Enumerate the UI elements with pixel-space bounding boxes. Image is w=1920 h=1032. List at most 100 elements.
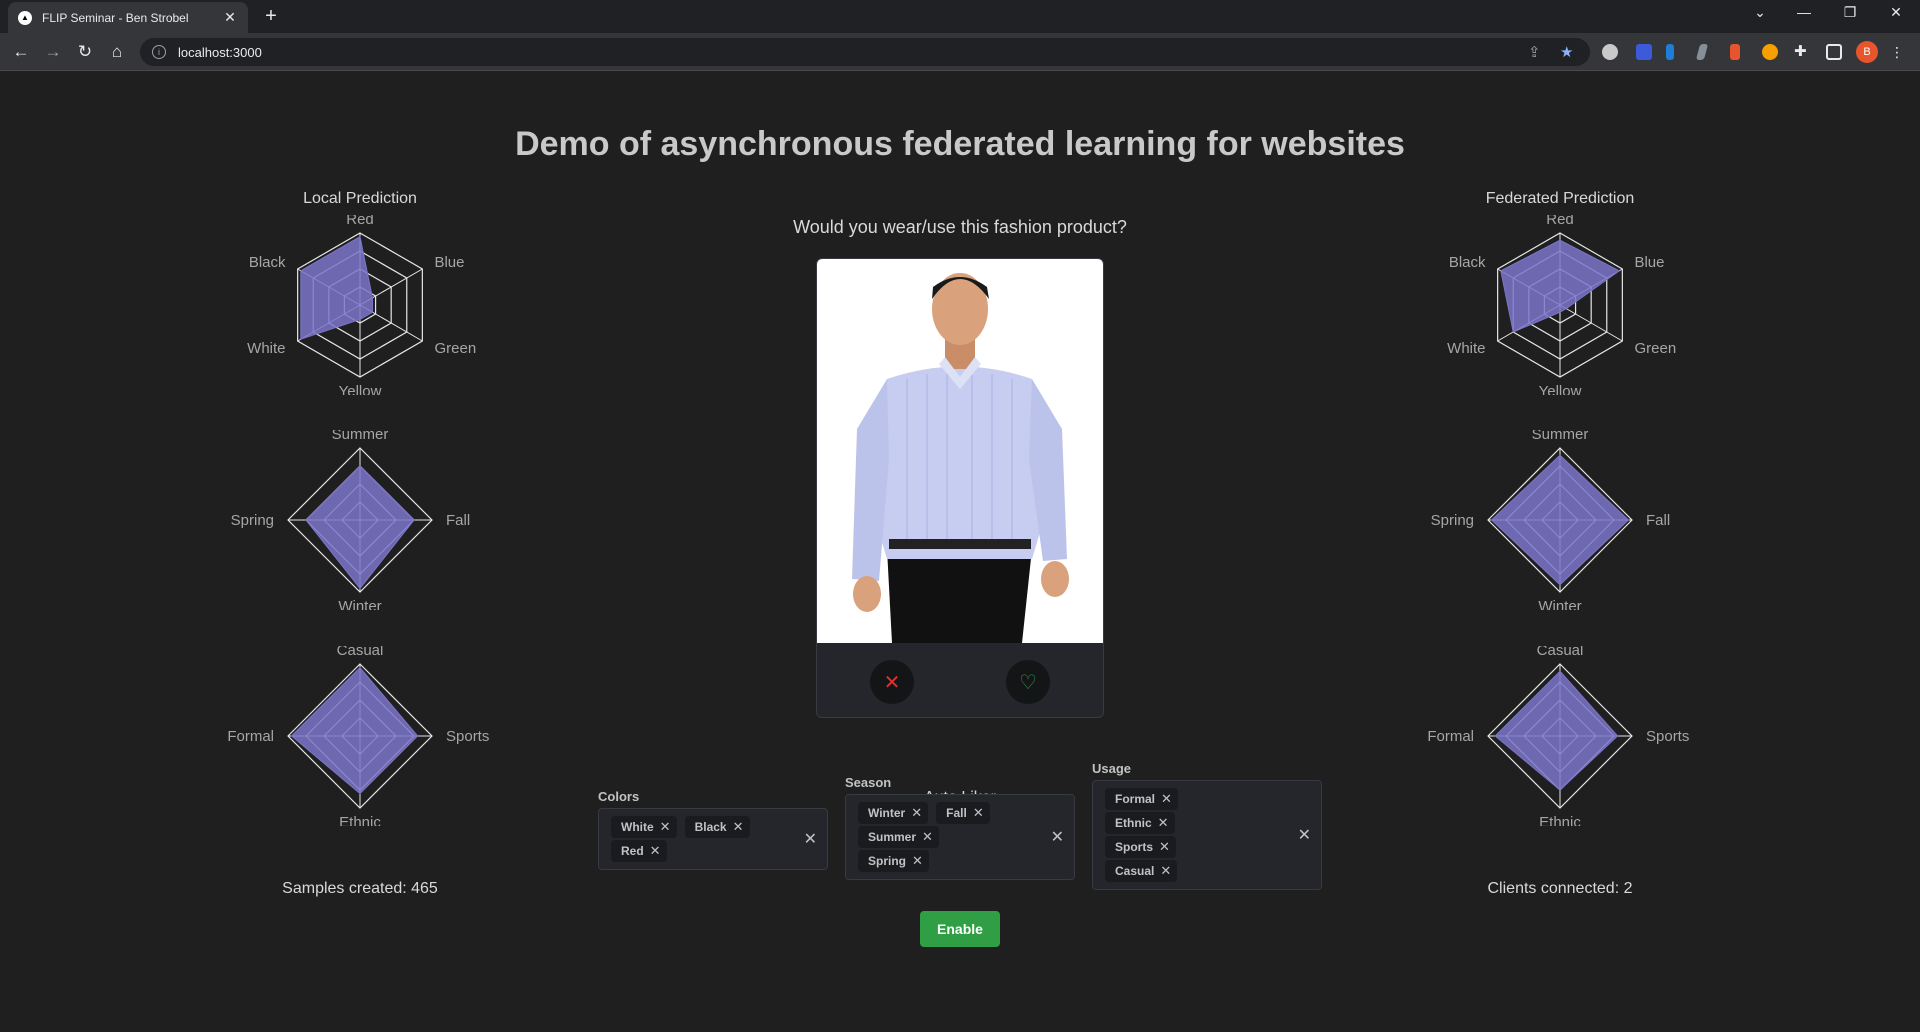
chip-label: Summer [868,830,917,844]
chip-remove-icon[interactable]: ✕ [912,853,923,869]
extensions-puzzle-icon[interactable]: ✚ [1794,44,1810,60]
clients-connected-text: Clients connected: 2 [1487,880,1633,897]
chip-row: Summer ✕ [858,826,1038,848]
radar-axis-label: Ethnic [339,814,381,826]
chip-sports: Sports ✕ [1105,836,1176,858]
chip-formal: Formal ✕ [1105,788,1178,810]
home-button[interactable]: ⌂ [106,41,128,63]
reload-button[interactable]: ↻ [74,41,96,63]
minimize-button[interactable]: — [1784,4,1824,20]
radar-axis-label: Winter [1538,598,1581,610]
extension-icon-1[interactable] [1602,44,1618,60]
chip-remove-icon[interactable]: ✕ [1159,839,1170,855]
page-title: Demo of asynchronous federated learning … [515,125,1405,163]
chip-white: White ✕ [611,816,677,838]
bookmark-star-icon[interactable]: ★ [1560,38,1573,66]
colors-label: Colors [598,789,640,804]
address-bar[interactable]: i localhost:3000 ⇪ ★ [140,38,1590,66]
chip-black: Black ✕ [684,816,750,838]
chip-remove-icon[interactable]: ✕ [650,843,661,859]
chip-row: Winter ✕ Fall ✕ [858,802,1038,824]
chip-ethnic: Ethnic ✕ [1105,812,1175,834]
extension-icon-2[interactable] [1636,44,1652,60]
chip-fall: Fall ✕ [936,802,990,824]
site-info-icon[interactable]: i [152,45,166,59]
radar-axis-label: Red [346,215,374,228]
new-tab-button[interactable]: + [260,6,282,28]
back-button[interactable]: ← [10,41,32,63]
chip-label: Casual [1115,864,1155,878]
extension-icon-5[interactable] [1730,44,1740,60]
like-button[interactable]: ♡ [1006,660,1050,704]
chip-label: Spring [868,854,906,868]
chip-row: Formal ✕ [1105,788,1285,810]
dislike-button[interactable]: ✕ [870,660,914,704]
chip-row: Spring ✕ [858,850,1038,872]
usage-multiselect[interactable]: Formal ✕ Ethnic ✕ Sports ✕ Casual ✕ ✕ [1092,780,1322,890]
radar-area [1494,670,1619,791]
close-window-button[interactable]: ✕ [1876,4,1916,21]
federated-prediction-title: Federated Prediction [1485,190,1635,207]
favicon-icon: ▲ [18,10,32,25]
radar-axis-label: Yellow [339,383,382,395]
colors-multiselect[interactable]: White ✕ Black ✕ Red ✕ ✕ [598,808,828,870]
radar-axis-label: Formal [227,728,274,745]
product-image [817,259,1103,643]
chip-remove-icon[interactable]: ✕ [1158,815,1169,831]
chip-remove-icon[interactable]: ✕ [660,819,671,835]
radar-axis-label: Green [1634,340,1676,357]
radar-axis-label: Summer [332,430,389,443]
radar-axis-label: Spring [231,512,274,529]
season-multiselect[interactable]: Winter ✕ Fall ✕ Summer ✕ Spring ✕ ✕ [845,794,1075,880]
side-panel-icon[interactable] [1826,44,1842,60]
chip-remove-icon[interactable]: ✕ [973,805,984,821]
chip-summer: Summer ✕ [858,826,939,848]
profile-avatar[interactable]: B [1856,41,1878,63]
forward-button[interactable]: → [42,41,64,63]
clear-icon[interactable]: ✕ [1298,825,1311,845]
federated-season-radar: Summer Fall Winter Spring [1431,430,1671,610]
extension-icon-3[interactable] [1666,44,1674,60]
chip-row: Sports ✕ [1105,836,1285,858]
tab-title: FLIP Seminar - Ben Strobel [42,10,189,25]
radar-area [1490,454,1630,586]
chip-spring: Spring ✕ [858,850,929,872]
extension-icon-4[interactable] [1695,44,1709,60]
radar-area [290,666,419,795]
chip-label: Formal [1115,792,1156,806]
browser-tab-bar: ▲ FLIP Seminar - Ben Strobel ✕ + ⌄ — ❐ ✕ [0,0,1920,33]
restore-button[interactable]: ❐ [1830,4,1870,21]
tab-close-icon[interactable]: ✕ [222,9,238,26]
chip-remove-icon[interactable]: ✕ [1160,863,1171,879]
chip-casual: Casual ✕ [1105,860,1178,882]
url-text: localhost:3000 [178,44,262,60]
radar-axis-label: Casual [1537,646,1584,659]
menu-kebab-icon[interactable]: ⋮ [1890,44,1904,60]
chip-label: Ethnic [1115,816,1152,830]
share-icon[interactable]: ⇪ [1528,38,1541,66]
radar-area [305,465,415,590]
radar-axis-label: Casual [337,646,384,659]
chip-remove-icon[interactable]: ✕ [922,829,933,845]
chip-remove-icon[interactable]: ✕ [911,805,922,821]
chip-red: Red ✕ [611,840,667,862]
radar-axis-label: Black [1449,254,1486,271]
browser-toolbar: ← → ↻ ⌂ i localhost:3000 ⇪ ★ ✚ ⋮ [0,33,1920,71]
chip-row: White ✕ Black ✕ [611,816,791,838]
radar-axis-label: Blue [1634,254,1664,271]
samples-created-text: Samples created: 465 [282,880,438,897]
clear-icon[interactable]: ✕ [804,829,817,849]
chip-label: Black [694,820,727,834]
enable-button[interactable]: Enable [920,911,1000,947]
radar-axis-label: Blue [434,254,464,271]
close-x-icon: ✕ [883,671,901,694]
clear-icon[interactable]: ✕ [1051,827,1064,847]
chip-remove-icon[interactable]: ✕ [733,819,744,835]
radar-axis-label: Summer [1532,430,1589,443]
tab-search-icon[interactable]: ⌄ [1740,4,1780,21]
browser-tab[interactable]: ▲ FLIP Seminar - Ben Strobel ✕ [8,2,248,33]
chip-remove-icon[interactable]: ✕ [1161,791,1172,807]
chip-label: Winter [868,806,906,820]
radar-axis-label: White [247,340,285,357]
extension-icon-6[interactable] [1762,44,1778,60]
